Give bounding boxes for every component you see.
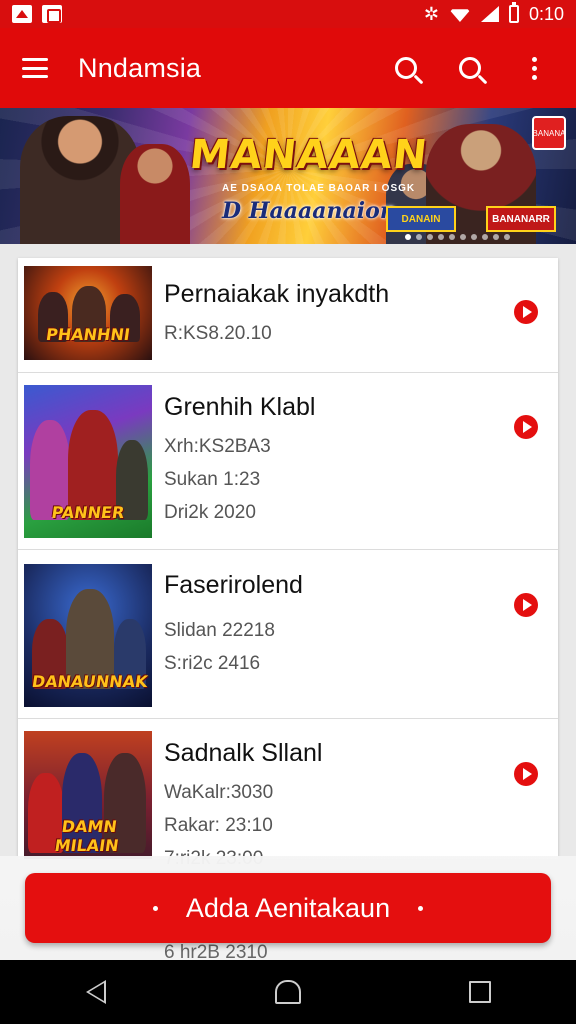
banner-badge-right: BANANARR [486, 206, 556, 232]
gear-icon: ✲ [423, 3, 439, 24]
system-nav-bar [0, 960, 576, 1024]
photo-icon [12, 5, 32, 23]
item-meta: Slidan 22218 [164, 620, 275, 641]
thumbnail-logo: DAMN MILAIN [53, 817, 120, 855]
item-title: Pernaiakak inyakdth [164, 280, 390, 308]
signal-icon [480, 6, 499, 22]
item-meta: WaKalr:3030 [164, 782, 274, 803]
list-item-text: Pernaiakak inyakdth R:KS8.20.10 [164, 280, 526, 345]
thumbnail-logo: DANAUNNAK [30, 672, 149, 691]
item-meta: R:KS8.20.10 [164, 323, 272, 344]
game-thumbnail: PANNER [24, 385, 152, 538]
home-button[interactable] [258, 962, 318, 1022]
status-left [12, 5, 62, 23]
banner-hero-left-2 [120, 144, 190, 244]
item-meta: Dri2k 2020 [164, 502, 256, 523]
cta-label: Adda Aenitakaun [185, 892, 391, 923]
app-title: Nndamsia [78, 52, 202, 83]
search-button-secondary[interactable] [450, 48, 490, 88]
item-title: Sadnalk Sllanl [164, 739, 323, 767]
promo-banner[interactable]: MANAAAN AE DSAOA TOLAE BAOAR I OSGK D Ha… [0, 108, 576, 244]
list-item-text: Grenhih Klabl Xrh:KS2BA3 Sukan 1:23 Dri2… [164, 393, 526, 524]
recents-icon [469, 981, 491, 1003]
game-thumbnail: PHANHNI [24, 266, 152, 360]
game-thumbnail: DAMN MILAIN [24, 731, 152, 859]
wifi-icon [448, 9, 471, 22]
recents-button[interactable] [450, 962, 510, 1022]
game-thumbnail: DANAUNNAK [24, 564, 152, 707]
back-button[interactable] [66, 962, 126, 1022]
thumbnail-logo: PANNER [50, 503, 126, 522]
item-meta: S:ri2c 2416 [164, 653, 261, 674]
status-right: ✲ 0:10 [423, 2, 564, 25]
notification-icon [42, 5, 62, 23]
app-bar: Nndamsia [0, 28, 576, 108]
search-button[interactable] [386, 48, 426, 88]
status-time: 0:10 [528, 3, 564, 24]
back-icon [86, 980, 106, 1004]
banner-tagline: AE DSAOA TOLAE BAOAR I OSGK [222, 183, 416, 194]
banner-subtitle: D Haaaanaion [222, 198, 396, 224]
item-meta: Xrh:KS2BA3 [164, 436, 271, 457]
menu-icon[interactable] [22, 58, 48, 78]
banner-pager[interactable] [405, 234, 510, 240]
more-vert-icon [531, 56, 537, 80]
battery-icon [508, 2, 519, 23]
banner-corner-badge: BANANA [532, 116, 566, 150]
more-options-button[interactable] [514, 48, 554, 88]
search-icon [459, 57, 481, 79]
list-item-text: Sadnalk Sllanl WaKalr:3030 Rakar: 23:10 … [164, 739, 526, 870]
primary-cta-button[interactable]: Adda Aenitakaun [25, 873, 551, 943]
search-icon [395, 57, 417, 79]
item-title: Grenhih Klabl [164, 393, 316, 421]
list-item-text: Faserirolend Slidan 22218 S:ri2c 2416 [164, 571, 526, 675]
banner-title: MANAAAN [187, 132, 431, 178]
banner-badge-left: DANAIN [386, 206, 456, 232]
item-title: Faserirolend [164, 571, 303, 599]
home-icon [275, 980, 301, 1004]
status-bar: ✲ 0:10 [0, 0, 576, 28]
thumbnail-logo: PHANHNI [44, 325, 132, 344]
item-meta: Sukan 1:23 [164, 469, 261, 490]
item-meta: Rakar: 23:10 [164, 815, 273, 836]
